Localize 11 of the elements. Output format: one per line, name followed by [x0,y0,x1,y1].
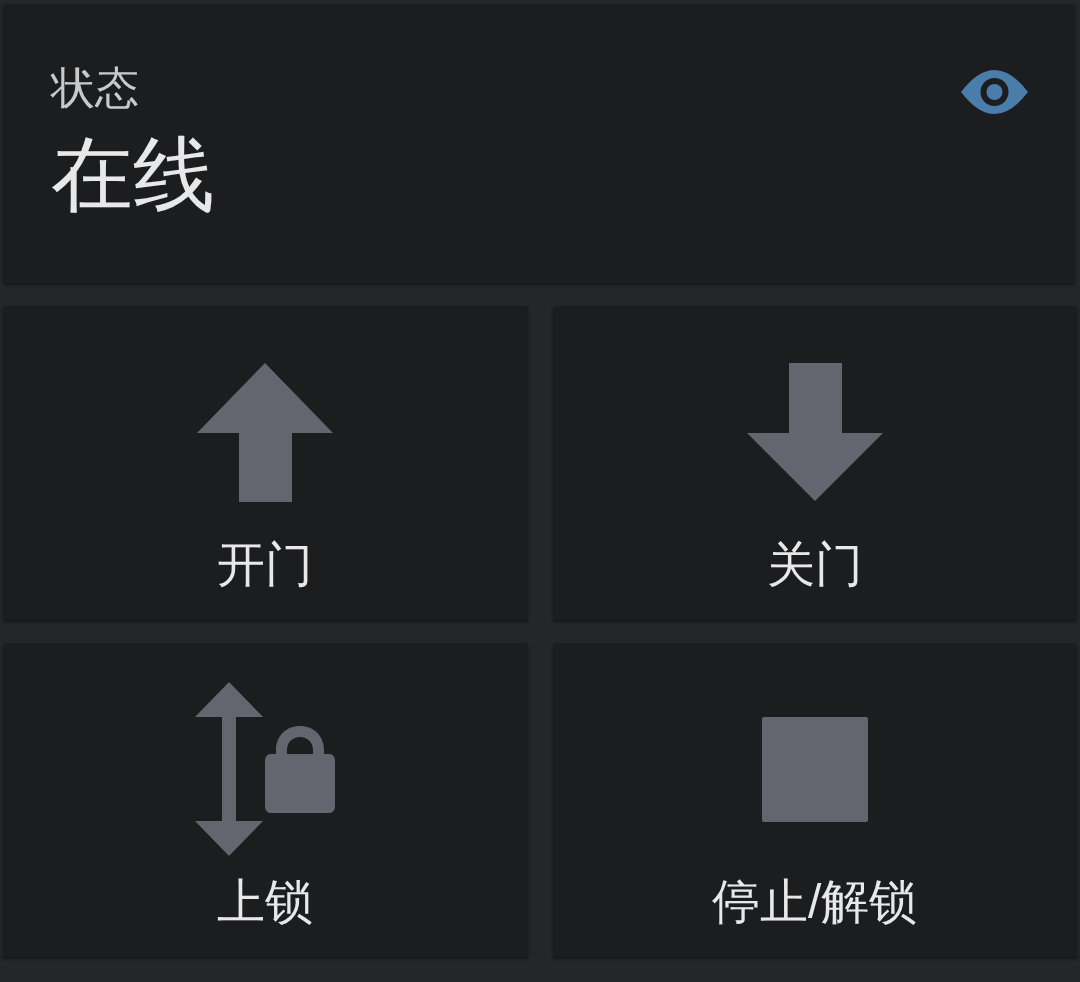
status-label: 状态 [51,62,140,114]
close-door-button[interactable]: 关门 [552,306,1077,620]
arrow-up-icon [197,362,334,502]
lock-button[interactable]: 上锁 [3,643,528,957]
stop-icon [761,716,868,822]
eye-icon[interactable] [961,70,1028,114]
status-value: 在线 [51,128,215,222]
arrow-down-icon [746,363,883,501]
open-door-button[interactable]: 开门 [3,306,528,620]
lock-arrows-icon [195,682,336,856]
stop-unlock-button[interactable]: 停止/解锁 [552,643,1077,957]
